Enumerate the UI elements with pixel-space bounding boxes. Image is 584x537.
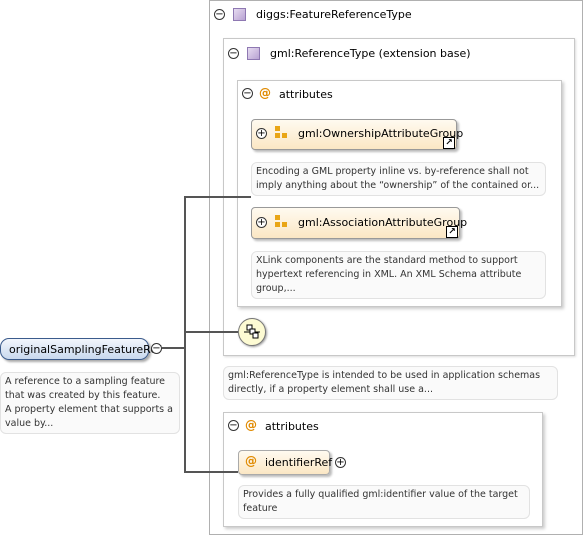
ownership-group-doc: Encoding a GML property inline vs. by-re… (251, 162, 546, 196)
complex-type-name: diggs:FeatureReferenceType (256, 8, 412, 21)
collapse-complex-type-button[interactable]: − (214, 9, 225, 20)
connector-line (162, 347, 185, 349)
attribute-icon: @ (245, 418, 257, 432)
connector-line (184, 331, 238, 333)
base-type-doc: gml:ReferenceType is intended to be used… (223, 366, 558, 400)
attribute-icon: @ (245, 454, 257, 468)
reference-link-icon[interactable]: ↗ (446, 226, 458, 238)
attribute-icon: @ (259, 86, 271, 100)
connector-line (184, 196, 251, 198)
identifier-ref-doc: Provides a fully qualified gml:identifie… (238, 485, 530, 519)
element-doc: A reference to a sampling feature that w… (0, 372, 180, 434)
connector-line (184, 471, 238, 473)
complex-type-icon (233, 8, 246, 21)
connector-line (184, 196, 186, 473)
sequence-compositor-icon[interactable] (238, 318, 266, 346)
attribute-group-icon (275, 126, 289, 140)
element-name: originalSamplingFeatureRef (9, 343, 161, 356)
base-attributes-label: attributes (279, 88, 333, 101)
expand-identifier-ref-button[interactable]: + (335, 457, 346, 468)
collapse-attributes-button[interactable]: − (228, 420, 239, 431)
attributes-label: attributes (265, 420, 319, 433)
expand-association-group-button[interactable]: + (256, 217, 267, 228)
reference-link-icon[interactable]: ↗ (443, 137, 455, 149)
attribute-group-icon (275, 215, 289, 229)
expand-ownership-group-button[interactable]: + (256, 128, 267, 139)
association-group-doc: XLink components are the standard method… (251, 251, 546, 299)
collapse-base-type-button[interactable]: − (228, 48, 239, 59)
base-type-icon (247, 47, 260, 60)
base-type-name: gml:ReferenceType (extension base) (270, 47, 471, 60)
collapse-element-button[interactable]: − (151, 343, 162, 354)
association-group-name: gml:AssociationAttributeGroup (298, 216, 468, 229)
identifier-ref-name: identifierRef (265, 456, 333, 469)
ownership-group-name: gml:OwnershipAttributeGroup (298, 127, 464, 140)
collapse-base-attributes-button[interactable]: − (242, 88, 253, 99)
